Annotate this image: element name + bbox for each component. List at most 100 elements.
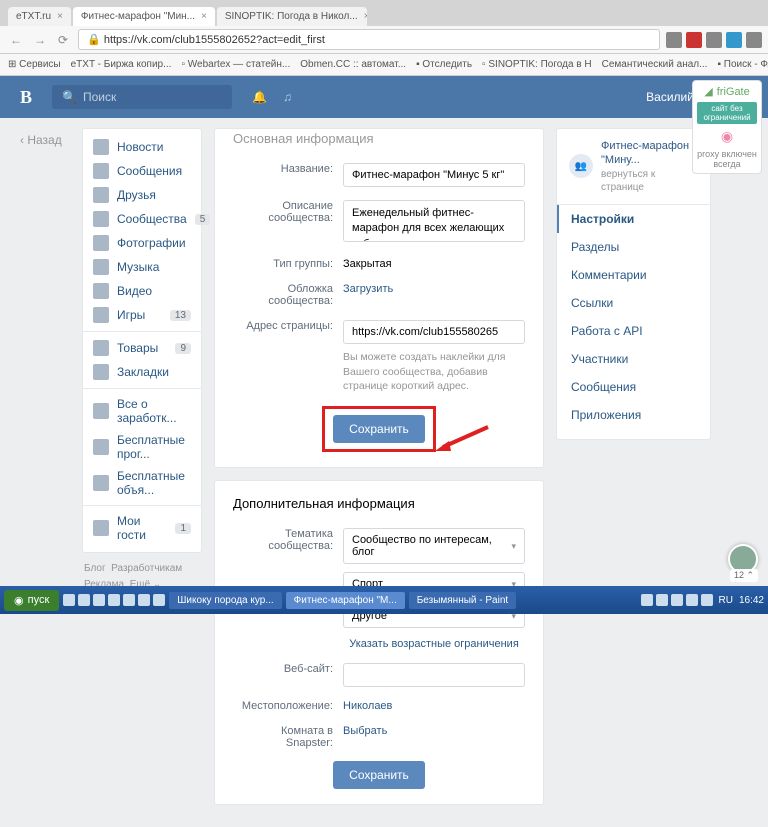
- bookmark-item[interactable]: ▪ Поиск - Флорист-X: [717, 59, 768, 70]
- start-button[interactable]: ◉ пуск: [4, 590, 59, 611]
- close-icon[interactable]: ×: [364, 11, 367, 22]
- topic-select-1[interactable]: Сообщество по интересам, блог▾: [343, 528, 525, 564]
- badge: 9: [175, 343, 191, 354]
- nav-apps[interactable]: Приложения: [557, 401, 710, 429]
- badge: 1: [175, 523, 191, 534]
- close-icon[interactable]: ×: [201, 11, 207, 22]
- nav-sections[interactable]: Разделы: [557, 233, 710, 261]
- friends-icon: [93, 187, 109, 203]
- vk-logo-icon[interactable]: B: [20, 87, 32, 108]
- website-label: Веб-сайт:: [233, 658, 343, 675]
- website-input[interactable]: [343, 663, 525, 687]
- panel-title: Дополнительная информация: [233, 496, 525, 511]
- menu-app[interactable]: Бесплатные объя...: [83, 465, 201, 501]
- menu-video[interactable]: Видео: [83, 279, 201, 303]
- reload-icon[interactable]: ⟳: [54, 31, 72, 49]
- location-link[interactable]: Николаев: [343, 700, 392, 712]
- close-icon[interactable]: ×: [57, 11, 63, 22]
- bookmark-item[interactable]: Семантический анал...: [602, 59, 708, 70]
- address-input[interactable]: [343, 320, 525, 344]
- room-link[interactable]: Выбрать: [343, 725, 387, 737]
- upload-cover-link[interactable]: Загрузить: [343, 283, 393, 295]
- address-hint: Вы можете создать наклейки для Вашего со…: [343, 350, 525, 394]
- message-icon: [93, 163, 109, 179]
- language-indicator[interactable]: RU: [719, 595, 733, 606]
- browser-tab[interactable]: Фитнес-марафон "Мин...×: [73, 7, 215, 26]
- desc-label: Описание сообщества:: [233, 195, 343, 224]
- save-button-2[interactable]: Сохранить: [333, 761, 425, 789]
- bookmark-icon: [93, 364, 109, 380]
- badge: 5: [195, 214, 211, 225]
- nav-links[interactable]: Ссылки: [557, 289, 710, 317]
- footer-blog[interactable]: Блог: [84, 563, 106, 574]
- guests-icon: [93, 520, 109, 536]
- music-icon[interactable]: ♫: [283, 90, 292, 104]
- forward-icon[interactable]: →: [30, 31, 50, 49]
- menu-app[interactable]: Все о заработк...: [83, 393, 201, 429]
- system-tray: RU 16:42: [641, 594, 764, 606]
- bookmark-item[interactable]: eTXT - Биржа копир...: [71, 59, 172, 70]
- url-input[interactable]: 🔒 https://vk.com/club1555802652?act=edit…: [78, 29, 660, 50]
- name-input[interactable]: [343, 163, 525, 187]
- menu-groups[interactable]: Сообщества5: [83, 207, 201, 231]
- taskbar-item[interactable]: Шикоку порода кур...: [169, 592, 281, 609]
- music-icon: [93, 259, 109, 275]
- menu-friends[interactable]: Друзья: [83, 183, 201, 207]
- bookmark-item[interactable]: ▪ Отследить: [416, 59, 472, 70]
- menu-market[interactable]: Товары9: [83, 336, 201, 360]
- nav-api[interactable]: Работа с API: [557, 317, 710, 345]
- taskbar-item[interactable]: Безымянный - Paint: [409, 592, 516, 609]
- market-icon: [93, 340, 109, 356]
- nav-comments[interactable]: Комментарии: [557, 261, 710, 289]
- menu-news[interactable]: Новости: [83, 135, 201, 159]
- tray-icons[interactable]: [641, 594, 713, 606]
- address-bar: ← → ⟳ 🔒 https://vk.com/club1555802652?ac…: [0, 26, 768, 54]
- back-link[interactable]: ‹ Назад: [20, 133, 62, 147]
- bookmark-item[interactable]: ▫ SINOPTIK: Погода в Н: [482, 59, 592, 70]
- taskbar-item[interactable]: Фитнес-марафон "М...: [286, 592, 405, 609]
- desc-textarea[interactable]: Еженедельный фитнес-марафон для всех жел…: [343, 200, 525, 242]
- apps-icon[interactable]: ⊞ Сервисы: [8, 59, 61, 70]
- save-button[interactable]: Сохранить: [333, 415, 425, 443]
- bookmark-item[interactable]: ▫ Webartex — статейн...: [181, 59, 290, 70]
- notifications-icon[interactable]: 🔔: [252, 90, 267, 104]
- back-icon[interactable]: ←: [6, 31, 26, 49]
- bookmark-item[interactable]: Obmen.CC :: автомат...: [300, 59, 406, 70]
- nav-messages[interactable]: Сообщения: [557, 373, 710, 401]
- additional-info-panel: Дополнительная информация Тематика сообщ…: [214, 480, 544, 805]
- settings-nav: 👥 Фитнес-марафон "Мину...вернуться к стр…: [556, 128, 711, 440]
- type-value: Закрытая: [343, 253, 525, 270]
- age-restriction-link[interactable]: Указать возрастные ограничения: [349, 638, 519, 650]
- nav-members[interactable]: Участники: [557, 345, 710, 373]
- menu-guests[interactable]: Мои гости1: [83, 510, 201, 546]
- clock[interactable]: 16:42: [739, 595, 764, 606]
- menu-bookmarks[interactable]: Закладки: [83, 360, 201, 384]
- vk-header: B 🔍 Поиск 🔔 ♫ Василий ⌄: [0, 76, 768, 118]
- footer-dev[interactable]: Разработчикам: [111, 563, 182, 574]
- photos-icon: [93, 235, 109, 251]
- search-input[interactable]: 🔍 Поиск: [52, 85, 232, 109]
- menu-messages[interactable]: Сообщения: [83, 159, 201, 183]
- extension-icons[interactable]: [666, 32, 762, 48]
- browser-tab[interactable]: SINOPTIK: Погода в Никол...×: [217, 7, 367, 26]
- badge: 13: [170, 310, 191, 321]
- nav-settings[interactable]: Настройки: [557, 205, 710, 233]
- browser-tab[interactable]: eTXT.ru×: [8, 7, 71, 26]
- frigate-widget[interactable]: ◢ friGate сайт без ограничений ◉ proxy в…: [692, 80, 762, 174]
- quick-launch[interactable]: [63, 594, 165, 606]
- instagram-icon[interactable]: ◉: [697, 128, 757, 145]
- location-label: Местоположение:: [233, 695, 343, 712]
- chevron-down-icon: ▾: [511, 541, 516, 552]
- type-label: Тип группы:: [233, 253, 343, 270]
- menu-music[interactable]: Музыка: [83, 255, 201, 279]
- left-menu: Новости Сообщения Друзья Сообщества5 Фот…: [82, 128, 202, 553]
- frigate-button[interactable]: сайт без ограничений: [697, 102, 757, 124]
- group-header[interactable]: 👥 Фитнес-марафон "Мину...вернуться к стр…: [557, 139, 710, 205]
- taskbar: ◉ пуск Шикоку порода кур... Фитнес-мараф…: [0, 586, 768, 614]
- app-icon: [93, 403, 109, 419]
- menu-games[interactable]: Игры13: [83, 303, 201, 327]
- app-icon: [93, 475, 109, 491]
- menu-app[interactable]: Бесплатные прог...: [83, 429, 201, 465]
- menu-photos[interactable]: Фотографии: [83, 231, 201, 255]
- bookmarks-bar: ⊞ Сервисы eTXT - Биржа копир... ▫ Webart…: [0, 54, 768, 76]
